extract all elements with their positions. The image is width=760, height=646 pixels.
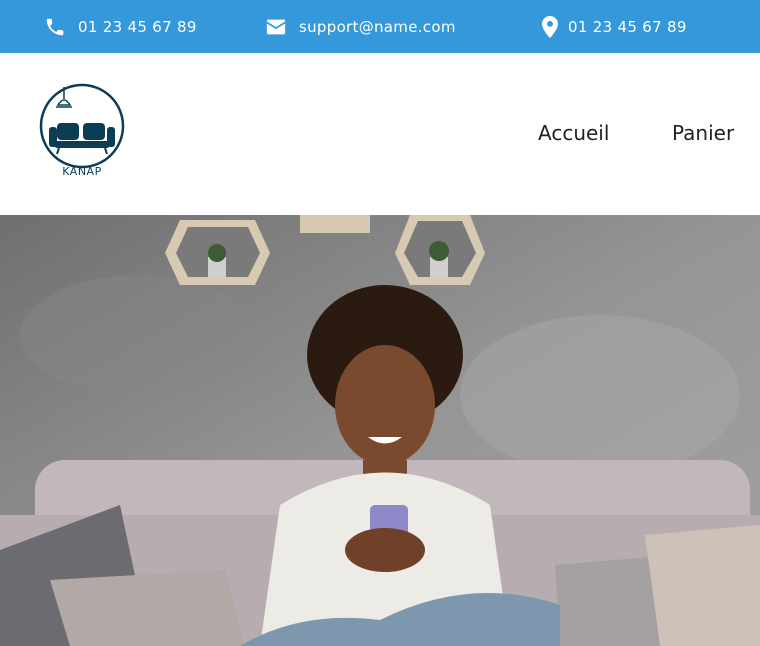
nav-panier[interactable]: Panier — [672, 121, 734, 145]
email-address[interactable]: support@name.com — [299, 18, 456, 36]
main-nav: Accueil Panier — [460, 53, 760, 215]
phone-number[interactable]: 01 23 45 67 89 — [78, 18, 197, 36]
contact-email: support@name.com — [265, 0, 456, 53]
contact-address: 01 23 45 67 89 — [542, 0, 687, 53]
mail-icon — [266, 19, 286, 34]
nav-accueil[interactable]: Accueil — [538, 121, 609, 145]
sofa-logo-icon — [39, 83, 125, 169]
contact-phone: 01 23 45 67 89 — [44, 0, 197, 53]
address-text[interactable]: 01 23 45 67 89 — [568, 18, 687, 36]
contact-bar: 01 23 45 67 89 support@name.com 01 23 45… — [0, 0, 760, 53]
main-header: KANAP Accueil Panier — [0, 53, 760, 215]
logo-text: KANAP — [62, 165, 102, 178]
location-icon — [542, 15, 558, 38]
hero-banner — [0, 215, 760, 646]
phone-icon — [46, 18, 64, 35]
hero-image — [0, 215, 760, 646]
logo-link[interactable]: KANAP — [39, 83, 125, 185]
